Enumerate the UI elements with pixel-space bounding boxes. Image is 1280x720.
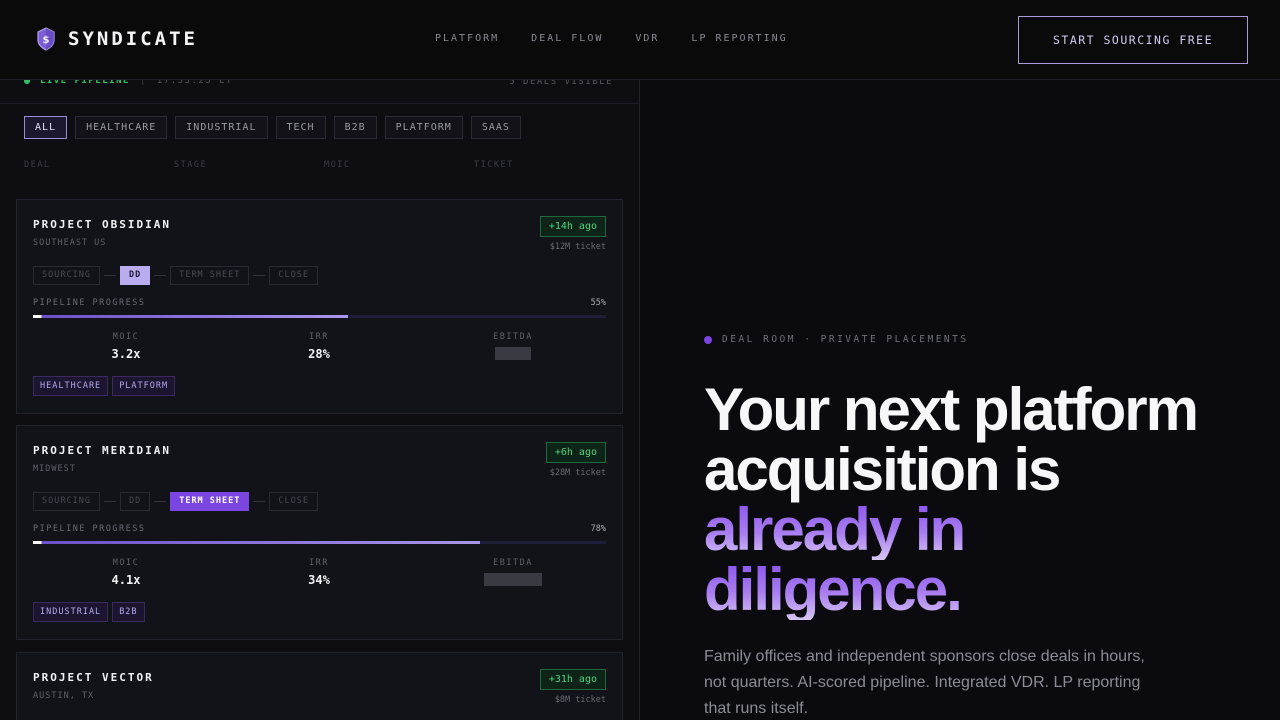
metric-ebitda: EBITDA bbox=[433, 558, 593, 590]
metric-label: EBITDA bbox=[493, 558, 533, 568]
stage-close: CLOSE bbox=[269, 492, 318, 511]
stage-connector bbox=[253, 501, 266, 502]
headline-accent-line: already in bbox=[704, 500, 1264, 560]
metric-moic: MOIC 4.1x bbox=[46, 558, 206, 587]
stage-tracker: SOURCING DD TERM SHEET CLOSE bbox=[33, 266, 318, 285]
nav-link-lp-reporting[interactable]: LP REPORTING bbox=[691, 33, 787, 44]
metric-label: IRR bbox=[309, 558, 329, 568]
col-deal: DEAL bbox=[24, 160, 51, 170]
progress-track bbox=[33, 541, 606, 544]
metric-label: MOIC bbox=[112, 332, 140, 342]
nav-link-platform[interactable]: PLATFORM bbox=[435, 33, 499, 44]
stage-sourcing: SOURCING bbox=[33, 266, 100, 285]
deal-ticket: $12M ticket bbox=[549, 242, 606, 252]
nav-link-deal-flow[interactable]: DEAL FLOW bbox=[531, 33, 603, 44]
metric-moic: MOIC 3.2x bbox=[46, 332, 206, 361]
deal-age-badge: +14h ago bbox=[539, 216, 606, 237]
deal-name: PROJECT VECTOR bbox=[33, 671, 154, 684]
deal-ticket: $28M ticket bbox=[549, 468, 606, 478]
tag-industrial: INDUSTRIAL bbox=[33, 602, 109, 622]
stage-sourcing: SOURCING bbox=[33, 492, 100, 511]
progress-label: PIPELINE PROGRESS bbox=[33, 524, 146, 534]
svg-text:$: $ bbox=[43, 35, 50, 46]
filter-bar: ALL HEALTHCARE INDUSTRIAL TECH B2B PLATF… bbox=[24, 116, 521, 139]
stage-close: CLOSE bbox=[269, 266, 318, 285]
stage-connector bbox=[154, 275, 167, 276]
hero-headline: Your next platform acquisition is alread… bbox=[704, 380, 1264, 620]
redacted-value bbox=[484, 573, 542, 586]
progress-fill bbox=[33, 541, 480, 544]
stage-tracker: SOURCING DD TERM SHEET CLOSE bbox=[33, 492, 318, 511]
progress-fill bbox=[33, 315, 349, 318]
metric-value: 28% bbox=[308, 347, 330, 361]
deal-name: PROJECT MERIDIAN bbox=[33, 444, 171, 457]
deal-name: PROJECT OBSIDIAN bbox=[33, 218, 171, 231]
filter-b2b[interactable]: B2B bbox=[333, 116, 377, 139]
col-stage: STAGE bbox=[174, 160, 208, 170]
deal-region: SOUTHEAST US bbox=[33, 238, 107, 248]
deal-age-badge: +31h ago bbox=[539, 669, 606, 690]
deal-card-meridian[interactable]: PROJECT MERIDIAN MIDWEST +6h ago $28M ti… bbox=[16, 425, 623, 640]
headline-accent-line: diligence. bbox=[704, 560, 1264, 620]
headline-line: Your next platform bbox=[704, 376, 1199, 443]
deal-card-obsidian[interactable]: PROJECT OBSIDIAN SOUTHEAST US +14h ago $… bbox=[16, 199, 623, 414]
filter-platform[interactable]: PLATFORM bbox=[384, 116, 463, 139]
filter-healthcare[interactable]: HEALTHCARE bbox=[75, 116, 168, 139]
progress-track bbox=[33, 315, 606, 318]
pipeline-panel: LIVE PIPELINE | 17:53:23 ET 5 DEALS VISI… bbox=[0, 0, 640, 720]
start-sourcing-button[interactable]: START SOURCING FREE bbox=[1018, 16, 1248, 64]
stage-dd: DD bbox=[119, 492, 151, 511]
tag-healthcare: HEALTHCARE bbox=[33, 376, 109, 396]
brand-name: SYNDICATE bbox=[68, 28, 198, 50]
stage-connector bbox=[103, 275, 116, 276]
deal-region: MIDWEST bbox=[33, 464, 76, 474]
nav-links: PLATFORM DEAL FLOW VDR LP REPORTING bbox=[435, 33, 788, 44]
headline-line: acquisition is bbox=[704, 436, 1061, 503]
eyebrow-dot bbox=[704, 335, 712, 344]
tag-platform: PLATFORM bbox=[112, 376, 176, 396]
metric-irr: IRR 28% bbox=[239, 332, 399, 361]
stage-term-sheet: TERM SHEET bbox=[170, 492, 250, 511]
top-nav: $ SYNDICATE PLATFORM DEAL FLOW VDR LP RE… bbox=[0, 0, 1280, 80]
brand-logo[interactable]: $ SYNDICATE bbox=[36, 27, 198, 51]
col-ticket: TICKET bbox=[474, 160, 514, 170]
stage-connector bbox=[103, 501, 116, 502]
progress-percent: 55% bbox=[590, 298, 606, 308]
deal-tags: HEALTHCARE PLATFORM bbox=[33, 376, 176, 396]
filter-tech[interactable]: TECH bbox=[275, 116, 326, 139]
deal-ticket: $8M ticket bbox=[554, 695, 606, 705]
eyebrow-text: DEAL ROOM · PRIVATE PLACEMENTS bbox=[722, 334, 969, 345]
deal-age-badge: +6h ago bbox=[545, 442, 606, 463]
metric-label: EBITDA bbox=[493, 332, 533, 342]
metric-value: 3.2x bbox=[111, 347, 141, 361]
tag-b2b: B2B bbox=[112, 602, 145, 622]
metric-ebitda: EBITDA bbox=[433, 332, 593, 364]
redacted-value bbox=[495, 347, 531, 360]
filter-all[interactable]: ALL bbox=[24, 116, 68, 139]
deal-tags: INDUSTRIAL B2B bbox=[33, 602, 145, 622]
col-moic: MOIC bbox=[324, 160, 351, 170]
deal-card-vector[interactable]: PROJECT VECTOR AUSTIN, TX +31h ago $8M t… bbox=[16, 652, 623, 720]
filter-industrial[interactable]: INDUSTRIAL bbox=[175, 116, 268, 139]
metric-label: IRR bbox=[309, 332, 329, 342]
progress-label: PIPELINE PROGRESS bbox=[33, 298, 146, 308]
deal-region: AUSTIN, TX bbox=[33, 691, 95, 701]
metric-label: MOIC bbox=[112, 558, 140, 568]
metric-value: 34% bbox=[308, 573, 330, 587]
shield-dollar-icon: $ bbox=[37, 27, 55, 51]
progress-percent: 78% bbox=[590, 524, 606, 534]
hero-subcopy: Family offices and independent sponsors … bbox=[704, 648, 1145, 717]
stage-connector bbox=[253, 275, 266, 276]
metric-value: 4.1x bbox=[111, 573, 141, 587]
stage-connector bbox=[154, 501, 167, 502]
filter-saas[interactable]: SAAS bbox=[470, 116, 521, 139]
nav-link-vdr[interactable]: VDR bbox=[635, 33, 659, 44]
metric-irr: IRR 34% bbox=[239, 558, 399, 587]
divider bbox=[0, 103, 639, 104]
stage-term-sheet: TERM SHEET bbox=[170, 266, 250, 285]
stage-dd: DD bbox=[119, 266, 151, 285]
hero-eyebrow: DEAL ROOM · PRIVATE PLACEMENTS bbox=[704, 334, 969, 345]
